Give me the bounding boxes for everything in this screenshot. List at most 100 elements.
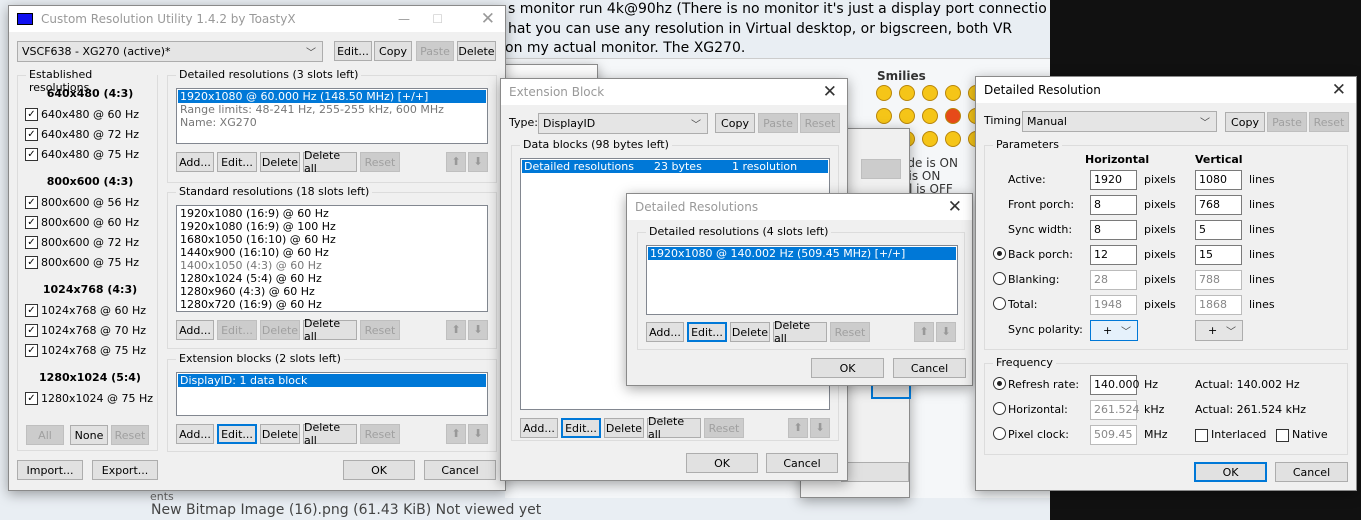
established-checkbox[interactable]: ✓ 800x600 @ 75 Hz — [25, 252, 155, 272]
export-button[interactable]: Export... — [92, 460, 158, 480]
param-label-3[interactable]: Back porch: — [993, 245, 1073, 265]
list-item[interactable]: 1280x720 (16:9) @ 60 Hz — [178, 298, 486, 311]
copy-button[interactable]: Copy — [1225, 112, 1265, 132]
delete-all-button[interactable]: Delete all — [303, 421, 357, 447]
smiley-icon[interactable] — [945, 131, 961, 147]
add-button[interactable]: Add... — [646, 322, 684, 342]
ok-button[interactable]: OK — [1194, 462, 1267, 482]
add-button[interactable]: Add... — [520, 418, 558, 438]
vertical-input[interactable]: 15 — [1195, 245, 1242, 265]
param-label-5[interactable]: Total: — [993, 295, 1037, 315]
add-button[interactable]: Add... — [176, 152, 214, 172]
delete-button[interactable]: Delete — [260, 152, 300, 172]
list-item[interactable]: 1920x1080 @ 140.002 Hz (509.45 MHz) [+/+… — [648, 247, 956, 260]
delete-all-button[interactable]: Delete all — [773, 319, 827, 345]
horizontal-input[interactable]: 1920 — [1090, 170, 1137, 190]
h-sync-polarity-select[interactable]: + ﹀ — [1090, 320, 1138, 341]
list-item[interactable]: Detailed resolutions 23 bytes 1 resoluti… — [522, 160, 828, 173]
list-item[interactable]: 1920x1080 (16:9) @ 60 Hz — [178, 207, 486, 220]
horizontal-input[interactable]: 8 — [1090, 195, 1137, 215]
cancel-button[interactable]: Cancel — [424, 460, 496, 480]
established-checkbox[interactable]: ✓ 800x600 @ 60 Hz — [25, 212, 155, 232]
edit-button[interactable]: Edit... — [217, 152, 257, 172]
interlaced-checkbox[interactable]: Interlaced — [1195, 425, 1266, 445]
delete-button[interactable]: Delete — [604, 418, 644, 438]
delete-monitor-button[interactable]: Delete — [457, 41, 496, 61]
param-label-4[interactable]: Blanking: — [993, 270, 1059, 290]
native-checkbox[interactable]: Native — [1276, 425, 1328, 445]
list-item[interactable]: Name: XG270 — [178, 116, 486, 129]
smiley-icon[interactable] — [899, 85, 915, 101]
close-button[interactable]: ✕ — [1332, 80, 1346, 100]
delete-button[interactable]: Delete — [730, 322, 770, 342]
delete-all-button[interactable]: Delete all — [303, 149, 357, 175]
delete-button[interactable]: Delete — [260, 424, 300, 444]
smiley-icon[interactable] — [945, 108, 961, 124]
pixel-clock-radio[interactable]: Pixel clock: — [993, 425, 1069, 445]
list-item[interactable]: 1920x1080 (16:9) @ 100 Hz — [178, 220, 486, 233]
copy-button[interactable]: Copy — [374, 41, 412, 61]
list-item[interactable]: 1920x1080 @ 60.000 Hz (148.50 MHz) [+/+] — [178, 90, 486, 103]
horizontal-input[interactable]: 8 — [1090, 220, 1137, 240]
standard-list[interactable]: 1920x1080 (16:9) @ 60 Hz 1920x1080 (16:9)… — [176, 205, 488, 312]
vertical-input[interactable]: 1080 — [1195, 170, 1242, 190]
close-button[interactable]: ✕ — [823, 82, 837, 102]
horizontal-freq-radio[interactable]: Horizontal: — [993, 400, 1068, 420]
cancel-button[interactable]: Cancel — [893, 358, 966, 378]
smiley-icon[interactable] — [922, 108, 938, 124]
cancel-button[interactable]: Cancel — [1275, 462, 1348, 482]
edit-button[interactable]: Edit... — [561, 418, 601, 438]
ok-button[interactable]: OK — [811, 358, 884, 378]
type-select[interactable]: DisplayID ﹀ — [538, 113, 708, 134]
established-checkbox[interactable]: ✓ 1024x768 @ 70 Hz — [25, 320, 155, 340]
established-checkbox[interactable]: ✓ 1024x768 @ 60 Hz — [25, 300, 155, 320]
list-item[interactable]: 1280x960 (4:3) @ 60 Hz — [178, 285, 486, 298]
cancel-button[interactable]: Cancel — [766, 453, 838, 473]
timing-select[interactable]: Manual ﹀ — [1022, 111, 1217, 132]
established-checkbox[interactable]: ✓ 640x480 @ 72 Hz — [25, 124, 155, 144]
ok-button[interactable]: OK — [686, 453, 758, 473]
close-button[interactable]: ✕ — [948, 197, 962, 217]
horizontal-input[interactable]: 12 — [1090, 245, 1137, 265]
list-item[interactable]: DisplayID: 1 data block — [178, 374, 486, 387]
import-button[interactable]: Import... — [17, 460, 83, 480]
list-item[interactable]: 1400x1050 (4:3) @ 60 Hz — [178, 259, 486, 272]
minimize-button[interactable]: — — [398, 12, 410, 26]
delete-all-button[interactable]: Delete all — [647, 415, 701, 441]
refresh-rate-radio[interactable]: Refresh rate: — [993, 375, 1079, 395]
refresh-rate-input[interactable]: 140.000 — [1090, 375, 1140, 395]
established-checkbox[interactable]: ✓ 1024x768 @ 75 Hz — [25, 340, 155, 360]
vertical-input[interactable]: 5 — [1195, 220, 1242, 240]
detailed-list[interactable]: 1920x1080 @ 60.000 Hz (148.50 MHz) [+/+]… — [176, 88, 488, 144]
smiley-icon[interactable] — [876, 108, 892, 124]
v-sync-polarity-select[interactable]: + ﹀ — [1195, 320, 1243, 341]
list-item[interactable]: Range limits: 48-241 Hz, 255-255 kHz, 60… — [178, 103, 486, 116]
none-button[interactable]: None — [70, 425, 108, 445]
add-button[interactable]: Add... — [176, 320, 214, 340]
detailed-resolutions-list[interactable]: 1920x1080 @ 140.002 Hz (509.45 MHz) [+/+… — [646, 245, 958, 315]
established-checkbox[interactable]: ✓ 800x600 @ 56 Hz — [25, 192, 155, 212]
ok-button[interactable]: OK — [343, 460, 415, 480]
smiley-icon[interactable] — [899, 108, 915, 124]
monitor-select[interactable]: VSCF638 - XG270 (active)* ﹀ — [17, 41, 323, 62]
established-checkbox[interactable]: ✓ 1280x1024 @ 75 Hz — [25, 388, 155, 408]
edit-button[interactable]: Edit... — [217, 424, 257, 444]
add-button[interactable]: Add... — [176, 424, 214, 444]
close-button[interactable]: ✕ — [481, 9, 495, 29]
smiley-icon[interactable] — [922, 131, 938, 147]
established-checkbox[interactable]: ✓ 800x600 @ 72 Hz — [25, 232, 155, 252]
list-item[interactable]: 1280x1024 (5:4) @ 60 Hz — [178, 272, 486, 285]
extension-list[interactable]: DisplayID: 1 data block — [176, 372, 488, 416]
edit-button[interactable]: Edit... — [687, 322, 727, 342]
smiley-icon[interactable] — [876, 85, 892, 101]
delete-all-button[interactable]: Delete all — [303, 317, 357, 343]
smiley-icon[interactable] — [945, 85, 961, 101]
list-item[interactable]: 1440x900 (16:10) @ 60 Hz — [178, 246, 486, 259]
established-checkbox[interactable]: ✓ 640x480 @ 75 Hz — [25, 144, 155, 164]
maximize-button[interactable]: ☐ — [432, 12, 443, 26]
copy-button[interactable]: Copy — [715, 113, 755, 133]
established-checkbox[interactable]: ✓ 640x480 @ 60 Hz — [25, 104, 155, 124]
vertical-input[interactable]: 768 — [1195, 195, 1242, 215]
smiley-icon[interactable] — [922, 85, 938, 101]
edit-monitor-button[interactable]: Edit... — [334, 41, 372, 61]
